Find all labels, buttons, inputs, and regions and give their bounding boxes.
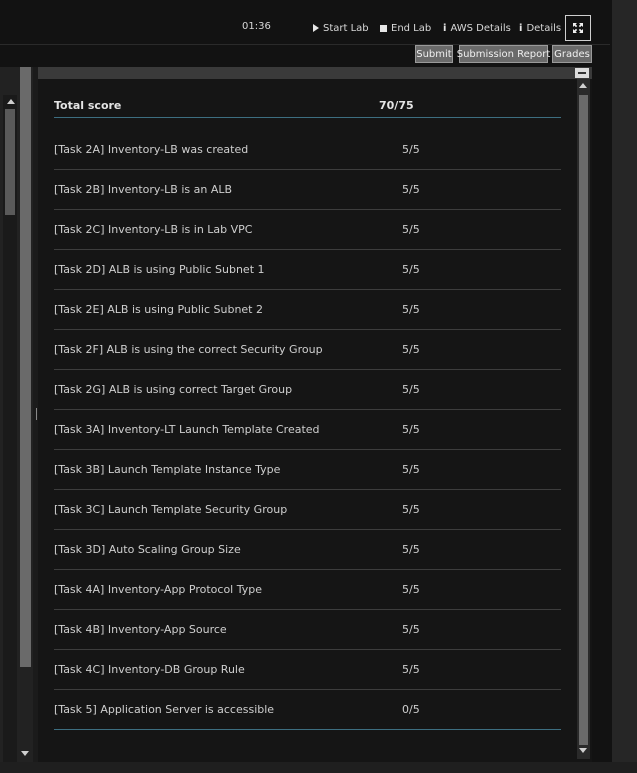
submission-report-button[interactable]: Submission Report — [457, 45, 550, 63]
total-score-row: Total score 70/75 — [54, 94, 561, 118]
lab-timer: 01:36 — [242, 21, 271, 32]
task-label: [Task 4A] Inventory-App Protocol Type — [54, 583, 262, 596]
task-score: 5/5 — [402, 303, 420, 316]
resize-grip-icon — [36, 408, 37, 420]
task-score: 5/5 — [402, 183, 420, 196]
task-score: 5/5 — [402, 503, 420, 516]
task-label: [Task 2B] Inventory-LB is an ALB — [54, 183, 233, 196]
task-label: [Task 3A] Inventory-LT Launch Template C… — [54, 423, 320, 436]
table-row: [Task 3A] Inventory-LT Launch Template C… — [54, 410, 561, 450]
task-label: [Task 3B] Launch Template Instance Type — [54, 463, 281, 476]
details-button[interactable]: i Details — [519, 21, 561, 35]
end-lab-button[interactable]: End Lab — [380, 21, 431, 35]
grades-panel: Total score 70/75 [Task 2A] Inventory-LB… — [38, 67, 592, 762]
scroll-down-icon[interactable] — [579, 748, 587, 753]
task-score: 5/5 — [402, 543, 420, 556]
scroll-down-icon[interactable] — [21, 751, 29, 756]
table-row: [Task 2E] ALB is using Public Subnet 2 5/… — [54, 290, 561, 330]
info-icon: i — [443, 22, 447, 34]
scroll-up-icon[interactable] — [7, 99, 15, 104]
end-lab-label: End Lab — [391, 22, 432, 34]
panel-scrollbar-thumb[interactable] — [579, 95, 588, 745]
expand-icon — [573, 23, 583, 33]
collapse-button[interactable] — [575, 68, 589, 78]
panel-scrollbar[interactable] — [577, 79, 590, 759]
task-score: 5/5 — [402, 623, 420, 636]
table-row: [Task 4C] Inventory-DB Group Rule 5/5 — [54, 650, 561, 690]
task-label: [Task 2G] ALB is using correct Target Gr… — [54, 383, 293, 396]
aws-details-label: AWS Details — [450, 22, 511, 34]
left-pane — [0, 67, 33, 763]
task-label: [Task 2A] Inventory-LB was created — [54, 143, 249, 156]
task-score: 5/5 — [402, 423, 420, 436]
task-score: 5/5 — [402, 263, 420, 276]
panel-header — [38, 67, 592, 79]
left-scrollbar-thumb[interactable] — [5, 109, 15, 215]
table-row: [Task 2G] ALB is using correct Target Gr… — [54, 370, 561, 410]
lab-toolbar: 01:36 Start Lab End Lab i AWS Details i … — [0, 0, 637, 66]
table-row: [Task 5] Application Server is accessibl… — [54, 690, 561, 730]
window-bottom-edge — [0, 762, 637, 773]
start-lab-button[interactable]: Start Lab — [313, 21, 369, 35]
info-icon: i — [519, 22, 523, 34]
start-lab-label: Start Lab — [323, 22, 369, 34]
task-score: 5/5 — [402, 383, 420, 396]
window-edge — [612, 0, 637, 773]
task-label: [Task 3C] Launch Template Security Group — [54, 503, 288, 516]
table-row: [Task 2F] ALB is using the correct Secur… — [54, 330, 561, 370]
task-label: [Task 5] Application Server is accessibl… — [54, 703, 275, 716]
task-label: [Task 3D] Auto Scaling Group Size — [54, 543, 241, 556]
task-score: 0/5 — [402, 703, 420, 716]
fullscreen-button[interactable] — [565, 15, 591, 41]
table-row: [Task 2D] ALB is using Public Subnet 1 5/… — [54, 250, 561, 290]
table-row: [Task 4B] Inventory-App Source 5/5 — [54, 610, 561, 650]
task-score: 5/5 — [402, 143, 420, 156]
play-icon — [313, 24, 319, 32]
table-row: [Task 2A] Inventory-LB was created 5/5 — [54, 130, 561, 170]
task-label: [Task 2C] Inventory-LB is in Lab VPC — [54, 223, 253, 236]
task-score: 5/5 — [402, 463, 420, 476]
task-label: [Task 2D] ALB is using Public Subnet 1 — [54, 263, 265, 276]
aws-details-button[interactable]: i AWS Details — [443, 21, 511, 35]
task-score: 5/5 — [402, 663, 420, 676]
table-row: [Task 3D] Auto Scaling Group Size 5/5 — [54, 530, 561, 570]
total-score-value: 70/75 — [379, 99, 414, 112]
score-table: Total score 70/75 [Task 2A] Inventory-LB… — [54, 94, 561, 730]
task-label: [Task 2E] ALB is using Public Subnet 2 — [54, 303, 263, 316]
table-row: [Task 3C] Launch Template Security Group… — [54, 490, 561, 530]
grades-button[interactable]: Grades — [552, 45, 592, 63]
table-row: [Task 2B] Inventory-LB is an ALB 5/5 — [54, 170, 561, 210]
stop-icon — [380, 24, 387, 32]
task-score: 5/5 — [402, 343, 420, 356]
task-label: [Task 4B] Inventory-App Source — [54, 623, 227, 636]
task-label: [Task 4C] Inventory-DB Group Rule — [54, 663, 245, 676]
details-label: Details — [526, 22, 562, 34]
scroll-up-icon[interactable] — [579, 83, 587, 88]
task-label: [Task 2F] ALB is using the correct Secur… — [54, 343, 323, 356]
left-pane-gutter — [20, 67, 31, 667]
total-score-label: Total score — [54, 99, 122, 112]
table-row: [Task 4A] Inventory-App Protocol Type 5/5 — [54, 570, 561, 610]
table-row: [Task 2C] Inventory-LB is in Lab VPC 5/5 — [54, 210, 561, 250]
task-score: 5/5 — [402, 223, 420, 236]
task-score: 5/5 — [402, 583, 420, 596]
submit-button[interactable]: Submit — [415, 45, 453, 63]
table-row: [Task 3B] Launch Template Instance Type 5… — [54, 450, 561, 490]
